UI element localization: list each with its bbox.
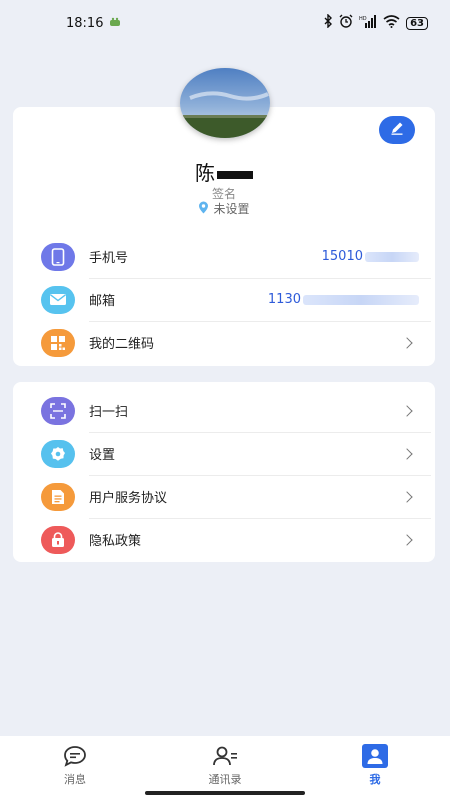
phone-value-text: 15010 xyxy=(321,249,363,264)
name-redaction xyxy=(217,170,253,179)
signal-icon: HD xyxy=(359,14,377,32)
chevron-right-icon xyxy=(401,533,413,546)
qr-code-label: 我的二维码 xyxy=(89,337,155,352)
lock-icon xyxy=(41,525,75,554)
privacy-policy-label: 隐私政策 xyxy=(89,534,142,549)
phone-icon xyxy=(41,242,75,271)
phone-row[interactable]: 手机号 15010 xyxy=(13,235,435,278)
edit-profile-button[interactable] xyxy=(379,116,415,144)
document-icon xyxy=(41,482,75,511)
scan-icon xyxy=(41,396,75,425)
email-row[interactable]: 邮箱 1130 xyxy=(13,278,435,321)
info-list: 手机号 15010 邮箱 1130 我的二维码 xyxy=(13,235,435,364)
tab-messages-label: 消息 xyxy=(64,773,86,786)
chat-bubble-icon xyxy=(62,744,88,768)
battery-indicator: 63 xyxy=(406,16,428,30)
user-agreement-row[interactable]: 用户服务协议 xyxy=(13,475,435,518)
mail-icon xyxy=(41,285,75,314)
location-pin-icon xyxy=(198,201,209,217)
email-label: 邮箱 xyxy=(89,294,116,309)
scan-row[interactable]: 扫一扫 xyxy=(13,389,435,432)
tab-me-label: 我 xyxy=(369,773,381,786)
status-time: 18:16 xyxy=(66,15,104,31)
chevron-right-icon xyxy=(401,404,413,417)
qr-code-icon xyxy=(41,328,75,357)
phone-label: 手机号 xyxy=(89,251,129,266)
tab-me[interactable]: 我 xyxy=(300,736,450,800)
qr-code-row[interactable]: 我的二维码 xyxy=(13,321,435,364)
settings-label: 设置 xyxy=(89,448,116,463)
pencil-icon xyxy=(389,120,405,140)
home-indicator xyxy=(145,791,305,795)
profile-card: 陈 签名 未设置 手机号 15010 邮箱 1130 我的二维码 xyxy=(13,107,435,366)
gear-icon xyxy=(41,439,75,468)
user-name: 陈 xyxy=(13,157,435,186)
chevron-right-icon xyxy=(401,447,413,460)
alarm-icon xyxy=(339,14,353,32)
chevron-right-icon xyxy=(401,490,413,503)
location-text: 未设置 xyxy=(213,202,250,216)
tab-messages[interactable]: 消息 xyxy=(0,736,150,800)
user-agreement-label: 用户服务协议 xyxy=(89,491,168,506)
wifi-icon xyxy=(383,14,400,32)
privacy-policy-row[interactable]: 隐私政策 xyxy=(13,518,435,561)
settings-card: 扫一扫 设置 用户服务协议 隐私政策 xyxy=(13,382,435,562)
status-bar: 18:16 HD 63 xyxy=(0,0,450,46)
bluetooth-icon xyxy=(324,13,333,32)
user-profile-icon xyxy=(362,744,388,768)
settings-row[interactable]: 设置 xyxy=(13,432,435,475)
email-redaction xyxy=(303,294,419,305)
user-name-text: 陈 xyxy=(195,161,215,185)
phone-redaction xyxy=(365,251,419,262)
chevron-right-icon xyxy=(401,336,413,349)
contacts-icon xyxy=(212,744,238,768)
tab-contacts-label: 通讯录 xyxy=(208,773,242,786)
location[interactable]: 未设置 xyxy=(13,200,435,217)
phone-value: 15010 xyxy=(322,249,419,264)
svg-text:HD: HD xyxy=(359,16,367,22)
email-value-text: 1130 xyxy=(267,292,301,307)
avatar[interactable] xyxy=(180,68,270,138)
scan-label: 扫一扫 xyxy=(89,405,129,420)
email-value: 1130 xyxy=(268,292,419,307)
app-notification-icon xyxy=(109,16,121,31)
